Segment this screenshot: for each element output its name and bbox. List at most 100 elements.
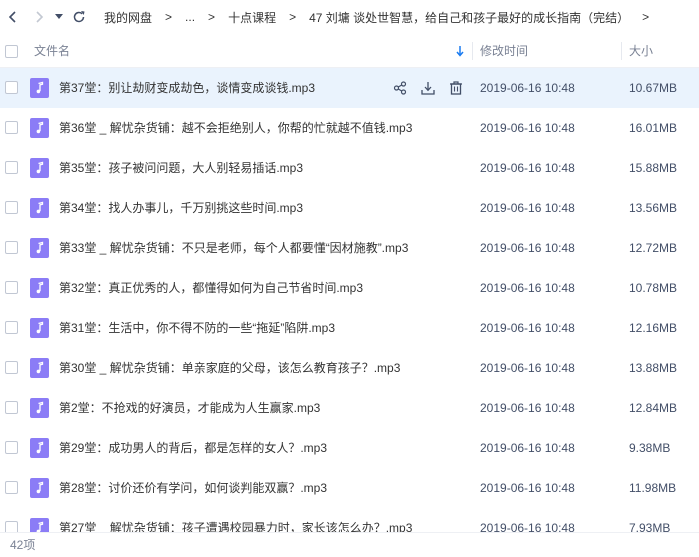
row-checkbox[interactable]: [5, 281, 18, 294]
column-header-time[interactable]: 修改时间: [480, 34, 528, 68]
file-name[interactable]: 第28堂：讨价还价有学问，如何谈判能双赢？.mp3: [59, 468, 327, 508]
share-button[interactable]: [390, 78, 410, 98]
file-modified-time: 2019-06-16 10:48: [480, 81, 575, 95]
file-name[interactable]: 第36堂 _ 解忧杂货铺：越不会拒绝别人，你帮的忙就越不值钱.mp3: [59, 108, 412, 148]
back-button[interactable]: [0, 0, 26, 34]
file-modified-time: 2019-06-16 10:48: [480, 321, 575, 335]
audio-file-icon: [30, 438, 49, 458]
file-size: 11.98MB: [629, 481, 677, 495]
trash-icon: [450, 81, 462, 95]
file-modified-time: 2019-06-16 10:48: [480, 441, 575, 455]
file-size: 12.16MB: [629, 321, 678, 335]
file-name[interactable]: 第31堂：生活中，你不得不防的一些“拖延”陷阱.mp3: [59, 308, 335, 348]
refresh-icon: [73, 11, 85, 23]
download-button[interactable]: [418, 78, 438, 98]
file-row[interactable]: 第34堂：找人办事儿，千万别挑这些时间.mp3 2019-06-16 10:48 1…: [0, 188, 699, 228]
column-divider[interactable]: [472, 42, 473, 60]
audio-file-icon: [30, 478, 49, 498]
file-row[interactable]: 第35堂：孩子被问问题，大人别轻易插话.mp3 2019-06-16 10:48 1…: [0, 148, 699, 188]
file-name[interactable]: 第32堂：真正优秀的人，都懂得如何为自己节省时间.mp3: [59, 268, 363, 308]
file-row[interactable]: 第28堂：讨价还价有学问，如何谈判能双赢？.mp3 2019-06-16 10:4…: [0, 468, 699, 508]
download-icon: [421, 82, 435, 95]
file-row[interactable]: 第36堂 _ 解忧杂货铺：越不会拒绝别人，你帮的忙就越不值钱.mp3 2019-0…: [0, 108, 699, 148]
forward-button[interactable]: [26, 0, 52, 34]
file-name[interactable]: 第37堂：别让劫财变成劫色，谈情变成谈钱.mp3: [59, 68, 315, 108]
file-row[interactable]: 第32堂：真正优秀的人，都懂得如何为自己节省时间.mp3 2019-06-16 1…: [0, 268, 699, 308]
audio-file-icon: [30, 78, 49, 98]
file-row[interactable]: 第2堂：不抢戏的好演员，才能成为人生赢家.mp3 2019-06-16 10:48…: [0, 388, 699, 428]
file-row[interactable]: 第27堂 _ 解忧杂货铺：孩子遭遇校园暴力时，家长该怎么办？.mp3 2019-0…: [0, 508, 699, 532]
row-checkbox[interactable]: [5, 321, 18, 334]
file-name[interactable]: 第30堂 _ 解忧杂货铺：单亲家庭的父母，该怎么教育孩子？.mp3: [59, 348, 400, 388]
file-modified-time: 2019-06-16 10:48: [480, 241, 575, 255]
file-size: 12.72MB: [629, 241, 678, 255]
file-row[interactable]: 第30堂 _ 解忧杂货铺：单亲家庭的父母，该怎么教育孩子？.mp3 2019-06…: [0, 348, 699, 388]
select-all-checkbox[interactable]: [5, 45, 18, 58]
breadcrumb-item-home[interactable]: 我的网盘: [104, 9, 152, 26]
column-header-name[interactable]: 文件名: [34, 34, 70, 68]
file-size: 16.01MB: [629, 121, 678, 135]
status-bar: 42项: [0, 532, 699, 557]
breadcrumb-item-ellipsis[interactable]: ...: [185, 10, 195, 24]
breadcrumb-separator: >: [289, 10, 297, 24]
row-checkbox[interactable]: [5, 201, 18, 214]
breadcrumb-separator: >: [208, 10, 216, 24]
delete-button[interactable]: [446, 78, 466, 98]
audio-file-icon: [30, 198, 49, 218]
row-checkbox[interactable]: [5, 121, 18, 134]
row-checkbox[interactable]: [5, 161, 18, 174]
caret-down-icon: [55, 14, 63, 19]
chevron-right-icon: [36, 11, 44, 23]
share-icon: [393, 81, 407, 95]
audio-file-icon: [30, 318, 49, 338]
history-dropdown-button[interactable]: [52, 0, 66, 34]
breadcrumb-item-current[interactable]: 47 刘墉 谈处世智慧，给自己和孩子最好的成长指南（完结）: [309, 9, 629, 26]
row-checkbox[interactable]: [5, 441, 18, 454]
file-name[interactable]: 第2堂：不抢戏的好演员，才能成为人生赢家.mp3: [59, 388, 320, 428]
sort-arrow-down-icon[interactable]: [455, 45, 465, 57]
row-checkbox[interactable]: [5, 401, 18, 414]
file-modified-time: 2019-06-16 10:48: [480, 521, 575, 532]
row-checkbox[interactable]: [5, 81, 18, 94]
item-count: 42项: [10, 538, 36, 552]
file-name[interactable]: 第35堂：孩子被问问题，大人别轻易插话.mp3: [59, 148, 303, 188]
column-header-size[interactable]: 大小: [629, 34, 653, 68]
file-list: 第37堂：别让劫财变成劫色，谈情变成谈钱.mp3 2019-06-16 10:48…: [0, 68, 699, 532]
row-checkbox[interactable]: [5, 521, 18, 532]
file-row[interactable]: 第33堂 _ 解忧杂货铺：不只是老师，每个人都要懂“因材施教”.mp3 2019-…: [0, 228, 699, 268]
file-modified-time: 2019-06-16 10:48: [480, 481, 575, 495]
file-modified-time: 2019-06-16 10:48: [480, 401, 575, 415]
refresh-button[interactable]: [66, 0, 92, 34]
toolbar: 我的网盘 > ... > 十点课程 > 47 刘墉 谈处世智慧，给自己和孩子最好…: [0, 0, 699, 34]
breadcrumb-separator: >: [642, 10, 650, 24]
column-divider[interactable]: [621, 42, 622, 60]
file-row[interactable]: 第29堂：成功男人的背后，都是怎样的女人？.mp3 2019-06-16 10:4…: [0, 428, 699, 468]
audio-file-icon: [30, 278, 49, 298]
file-size: 10.67MB: [629, 81, 678, 95]
breadcrumb: 我的网盘 > ... > 十点课程 > 47 刘墉 谈处世智慧，给自己和孩子最好…: [104, 9, 662, 26]
file-name[interactable]: 第33堂 _ 解忧杂货铺：不只是老师，每个人都要懂“因材施教”.mp3: [59, 228, 408, 268]
file-row[interactable]: 第31堂：生活中，你不得不防的一些“拖延”陷阱.mp3 2019-06-16 10…: [0, 308, 699, 348]
row-checkbox[interactable]: [5, 241, 18, 254]
file-modified-time: 2019-06-16 10:48: [480, 361, 575, 375]
file-name[interactable]: 第34堂：找人办事儿，千万别挑这些时间.mp3: [59, 188, 303, 228]
file-name[interactable]: 第27堂 _ 解忧杂货铺：孩子遭遇校园暴力时，家长该怎么办？.mp3: [59, 508, 412, 532]
file-size: 7.93MB: [629, 521, 671, 532]
chevron-left-icon: [8, 11, 16, 23]
file-size: 10.78MB: [629, 281, 678, 295]
audio-file-icon: [30, 158, 49, 178]
row-checkbox[interactable]: [5, 361, 18, 374]
breadcrumb-item-course[interactable]: 十点课程: [228, 9, 276, 26]
file-name[interactable]: 第29堂：成功男人的背后，都是怎样的女人？.mp3: [59, 428, 327, 468]
file-size: 15.88MB: [629, 161, 678, 175]
file-modified-time: 2019-06-16 10:48: [480, 121, 575, 135]
audio-file-icon: [30, 118, 49, 138]
audio-file-icon: [30, 238, 49, 258]
file-modified-time: 2019-06-16 10:48: [480, 281, 575, 295]
file-row[interactable]: 第37堂：别让劫财变成劫色，谈情变成谈钱.mp3 2019-06-16 10:48…: [0, 68, 699, 108]
file-size: 9.38MB: [629, 441, 671, 455]
file-size: 13.56MB: [629, 201, 678, 215]
audio-file-icon: [30, 518, 49, 532]
row-checkbox[interactable]: [5, 481, 18, 494]
file-size: 13.88MB: [629, 361, 678, 375]
